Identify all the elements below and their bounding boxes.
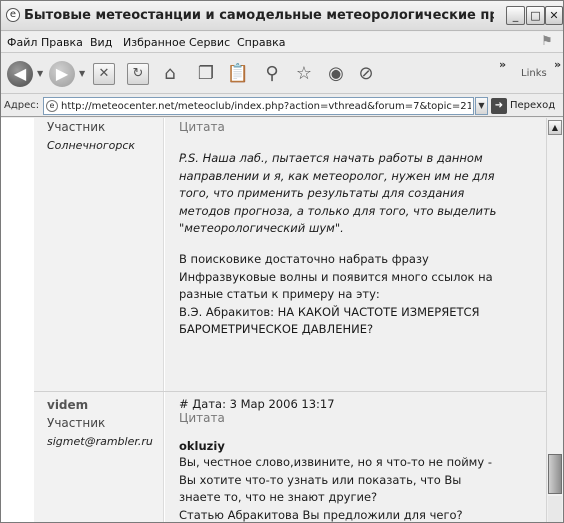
post-body: # Дата: 3 Мар 2006 13:17 Цитата okluziy …: [165, 392, 546, 522]
vertical-scrollbar[interactable]: ▲: [546, 118, 563, 522]
address-url[interactable]: http://meteocenter.net/meteoclub/index.p…: [61, 101, 471, 112]
page-content: Участник Солнечногорск Цитата P.S. Наша …: [1, 118, 546, 522]
post-text-line: Вы хотите что-то узнать или показать, чт…: [179, 472, 462, 487]
toolbar-overflow-icon[interactable]: »: [499, 58, 506, 71]
quote-line: "метеорологический шум".: [179, 221, 344, 235]
media-icon[interactable]: ◉: [323, 61, 349, 87]
author-name[interactable]: videm: [47, 398, 88, 412]
address-label: Адрес:: [4, 100, 40, 111]
stop-icon[interactable]: ✕: [93, 63, 115, 85]
address-dropdown-icon[interactable]: ▼: [475, 97, 488, 115]
address-bar: Адрес: e http://meteocenter.net/meteoclu…: [1, 95, 563, 117]
post-text-line: Статью Абракитова Вы предложили для чего…: [179, 507, 463, 522]
author-email[interactable]: sigmet@rambler.ru: [47, 435, 153, 448]
back-icon[interactable]: ◀: [7, 61, 33, 87]
quoted-author: okluziy: [179, 439, 225, 453]
maximize-button[interactable]: □: [526, 6, 545, 25]
menu-edit[interactable]: Правка: [41, 36, 83, 49]
menu-favorites[interactable]: Избранное: [123, 36, 185, 49]
links-overflow-icon[interactable]: »: [554, 58, 561, 71]
post-text-line: В.Э. Абракитов: НА КАКОЙ ЧАСТОТЕ ИЗМЕРЯЕ…: [179, 304, 480, 319]
post-text-line: Инфразвуковые волны и появится много ссы…: [179, 269, 493, 284]
author-location: Солнечногорск: [47, 139, 136, 152]
post-date: # Дата: 3 Мар 2006 13:17: [179, 397, 335, 411]
close-button[interactable]: ✕: [545, 6, 563, 25]
links-label[interactable]: Links: [521, 68, 547, 79]
post-text: В поисковике достаточно набрать фразу Ин…: [179, 251, 539, 339]
quote-label: Цитата: [179, 120, 225, 134]
forum-post: Участник Солнечногорск Цитата P.S. Наша …: [34, 118, 546, 391]
search-icon[interactable]: ⚲: [259, 61, 285, 87]
scrollbar-track[interactable]: [548, 496, 562, 522]
copy-icon[interactable]: ❐: [193, 61, 219, 87]
browser-window: e Бытовые метеостанции и самодельные мет…: [0, 0, 564, 523]
favorites-star-icon[interactable]: ☆: [291, 61, 317, 87]
quote-line: P.S. Наша лаб., пытается начать работы в…: [179, 151, 483, 165]
quote-line: методов прогноза, а только для того, что…: [179, 203, 497, 218]
post-text: Вы, честное слово,извините, но я что-то …: [179, 454, 539, 522]
post-text-line: В поисковике достаточно набрать фразу: [179, 252, 429, 266]
scroll-up-arrow-icon[interactable]: ▲: [548, 120, 562, 135]
quote-line: того, что применить результаты для созда…: [179, 186, 465, 200]
forward-dropdown-icon[interactable]: ▼: [79, 69, 85, 78]
quote-line: направлении и я, как метеоролог, нужен и…: [179, 168, 495, 183]
quote-label: Цитата: [179, 411, 225, 425]
post-author-column: Участник Солнечногорск: [34, 118, 164, 391]
history-icon[interactable]: ⊘: [353, 61, 379, 87]
go-button[interactable]: Переход: [510, 100, 555, 111]
post-body: Цитата P.S. Наша лаб., пытается начать р…: [165, 118, 546, 391]
toolbar: ◀ ▼ ▶ ▼ ✕ ↻ ⌂ ❐ 📋 ⚲ ☆ ◉ ⊘ » Links »: [1, 54, 563, 94]
paste-icon[interactable]: 📋: [225, 61, 251, 87]
scrollbar-thumb[interactable]: [548, 454, 562, 494]
go-arrow-icon[interactable]: ➜: [491, 98, 507, 114]
post-text-line: знаете то, что не знают другие?: [179, 490, 378, 504]
post-text-line: Вы, честное слово,извините, но я что-то …: [179, 455, 492, 469]
home-icon[interactable]: ⌂: [157, 61, 183, 87]
quoted-text: P.S. Наша лаб., пытается начать работы в…: [179, 150, 539, 238]
menu-file[interactable]: Файл: [7, 36, 37, 49]
menu-tools[interactable]: Сервис: [189, 36, 230, 49]
title-bar: e Бытовые метеостанции и самодельные мет…: [1, 1, 563, 31]
menu-bar: Файл Правка Вид Избранное Сервис Справка…: [1, 32, 563, 53]
menu-view[interactable]: Вид: [90, 36, 112, 49]
forum-post: videm Участник sigmet@rambler.ru # Дата:…: [34, 392, 546, 522]
post-author-column: videm Участник sigmet@rambler.ru: [34, 392, 164, 522]
page-icon: e: [46, 100, 58, 112]
post-text-line: БАРОМЕТРИЧЕСКОЕ ДАВЛЕНИЕ?: [179, 322, 374, 336]
windows-logo-icon: ⚑: [541, 34, 553, 49]
window-title: Бытовые метеостанции и самодельные метео…: [24, 8, 494, 23]
address-input[interactable]: e http://meteocenter.net/meteoclub/index…: [43, 97, 474, 115]
author-role: Участник: [47, 416, 106, 430]
minimize-button[interactable]: _: [506, 6, 525, 25]
menu-help[interactable]: Справка: [237, 36, 285, 49]
refresh-icon[interactable]: ↻: [127, 63, 149, 85]
author-role: Участник: [47, 120, 106, 134]
post-text-line: разные статьи к примеру на эту:: [179, 287, 380, 301]
back-dropdown-icon[interactable]: ▼: [37, 69, 43, 78]
ie-icon: e: [6, 8, 20, 22]
forward-icon[interactable]: ▶: [49, 61, 75, 87]
